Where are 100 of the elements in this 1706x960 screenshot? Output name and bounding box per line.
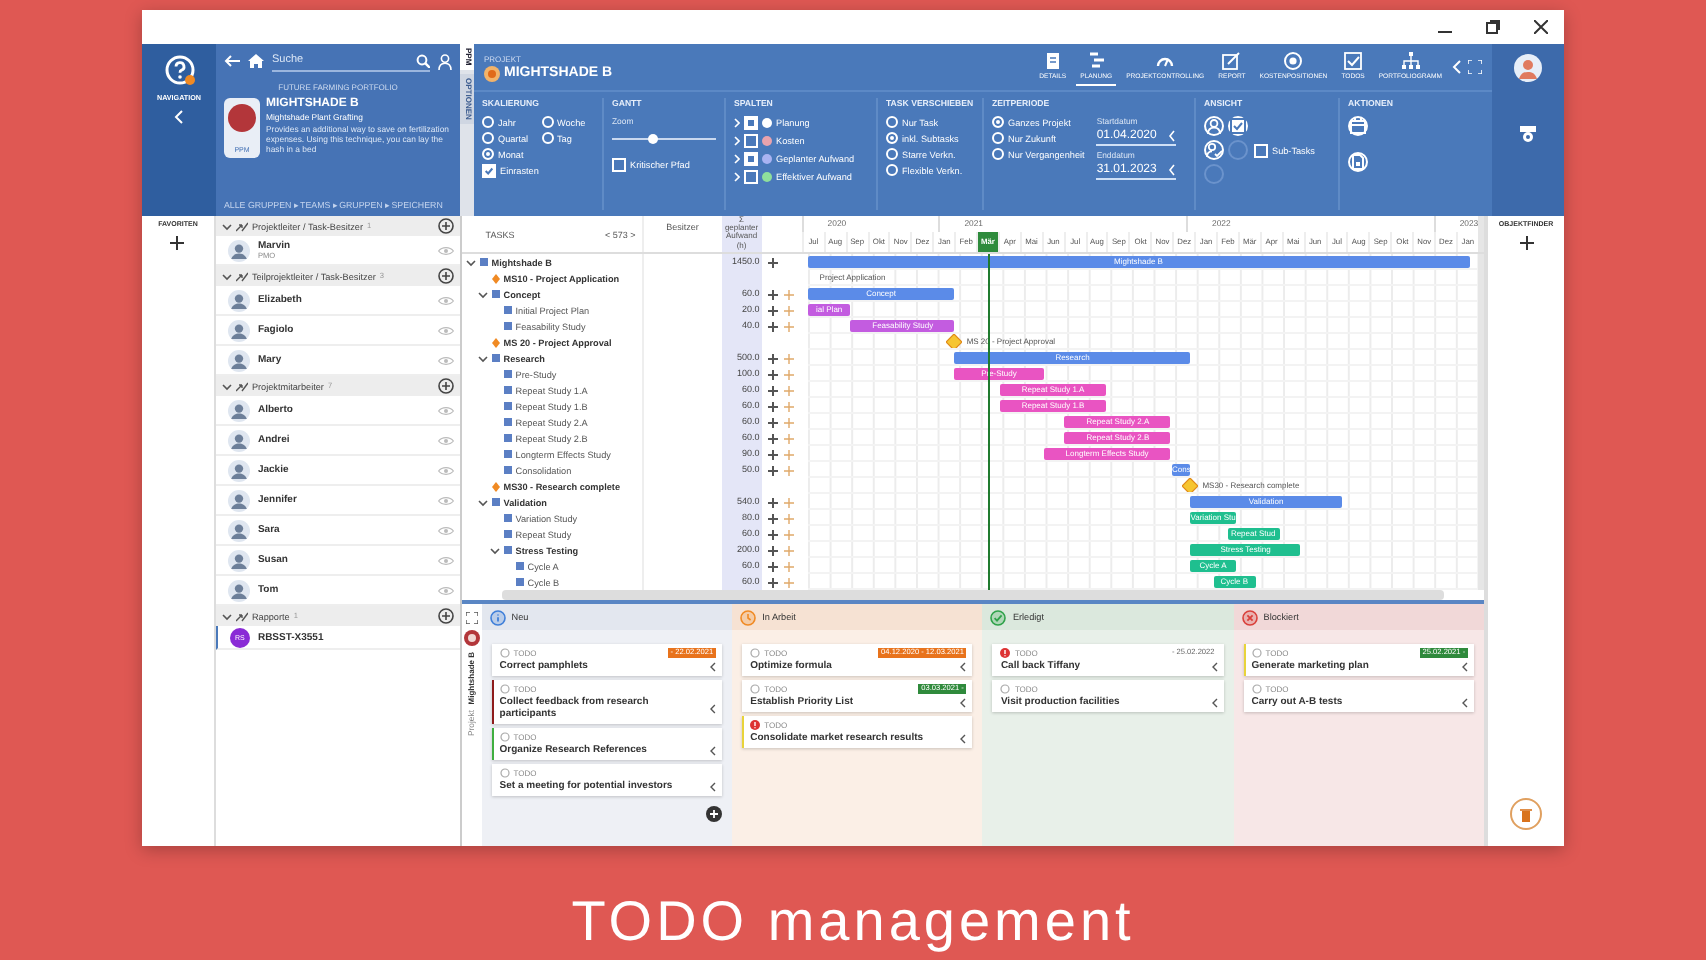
chevron-left-icon[interactable] <box>1462 661 1469 671</box>
add-icon[interactable] <box>767 257 778 267</box>
add-icon[interactable] <box>767 433 778 443</box>
column-checkbox[interactable] <box>744 170 758 184</box>
check-icon <box>484 166 494 176</box>
add-icon[interactable] <box>767 369 778 379</box>
avatar <box>227 399 250 421</box>
task-square-icon <box>503 530 512 538</box>
logo <box>1518 122 1538 146</box>
chevron-left-icon[interactable] <box>1211 661 1218 671</box>
chevron-left-icon[interactable] <box>1211 697 1218 707</box>
chevron-icon[interactable] <box>477 497 488 507</box>
add-card-icon[interactable] <box>706 806 723 822</box>
avatar <box>227 429 250 451</box>
chevron-icon[interactable] <box>477 289 488 299</box>
add-icon[interactable] <box>437 378 454 394</box>
trash-icon <box>1520 807 1533 821</box>
chevron-icon[interactable] <box>489 545 500 555</box>
add-icon[interactable] <box>767 305 778 315</box>
column-checkbox[interactable] <box>744 134 758 148</box>
add-icon[interactable] <box>767 545 778 555</box>
chevron-icon[interactable] <box>221 271 232 281</box>
checkbox-icon <box>1344 52 1363 70</box>
add-icon[interactable] <box>437 218 454 234</box>
calendar-button[interactable] <box>1348 116 1368 136</box>
chevron-icon[interactable] <box>221 611 232 621</box>
expand-icon[interactable] <box>465 612 478 624</box>
folder-square-icon <box>491 498 500 506</box>
checklist-view-button[interactable] <box>1228 116 1248 136</box>
column-checkbox[interactable] <box>744 152 758 166</box>
chevron-left-icon[interactable] <box>710 745 717 755</box>
column-checkbox[interactable] <box>744 116 758 130</box>
chevron-left-icon[interactable] <box>960 661 967 671</box>
add-icon[interactable] <box>767 513 778 523</box>
add-icon[interactable] <box>767 465 778 475</box>
add-icon[interactable] <box>767 497 778 507</box>
back-arrow-icon[interactable] <box>224 54 240 68</box>
chevron-left-icon[interactable] <box>1462 697 1469 707</box>
edit-icon <box>1222 52 1241 70</box>
chevron-icon[interactable] <box>477 353 488 363</box>
add-icon[interactable] <box>767 529 778 539</box>
swap-icon <box>235 221 248 231</box>
avatar <box>227 319 250 341</box>
delete-button[interactable] <box>1510 798 1543 830</box>
task-square-icon <box>503 514 512 522</box>
assignee-view-button[interactable] <box>1204 140 1224 160</box>
task-square-icon <box>503 386 512 394</box>
cross-status-icon <box>1241 609 1258 625</box>
task-square-icon <box>515 562 524 570</box>
avatar <box>227 489 250 511</box>
zoom-slider[interactable] <box>612 132 716 144</box>
search-icon[interactable] <box>416 53 430 67</box>
add-icon[interactable] <box>767 577 778 587</box>
folder-square-icon <box>503 546 512 554</box>
add-icon[interactable] <box>767 417 778 427</box>
home-icon[interactable] <box>248 54 264 68</box>
avatar <box>227 289 250 311</box>
user-avatar[interactable] <box>1514 54 1542 82</box>
chevron-left-icon[interactable] <box>960 733 967 743</box>
horizontal-scrollbar[interactable] <box>501 590 1445 600</box>
add-icon[interactable] <box>767 449 778 459</box>
chevron-icon[interactable] <box>465 257 476 267</box>
add-icon[interactable] <box>767 289 778 299</box>
add-icon[interactable] <box>767 353 778 363</box>
project-status-icon <box>484 65 500 81</box>
add-icon[interactable] <box>437 268 454 284</box>
task-square-icon <box>503 466 512 474</box>
add-icon[interactable] <box>1519 236 1534 250</box>
document-button[interactable] <box>1348 152 1368 172</box>
add-icon[interactable] <box>767 561 778 571</box>
avatar <box>227 349 250 371</box>
help-icon[interactable] <box>163 54 195 86</box>
chevron-left-icon[interactable] <box>710 661 717 671</box>
add-icon[interactable] <box>767 385 778 395</box>
person-view-button[interactable] <box>1204 116 1224 136</box>
close-icon[interactable] <box>1534 20 1548 34</box>
task-square-icon <box>515 578 524 586</box>
avatar <box>227 579 250 601</box>
add-icon[interactable] <box>170 236 185 250</box>
document-icon <box>1043 52 1062 70</box>
folder-square-icon <box>491 354 500 362</box>
task-square-icon <box>503 370 512 378</box>
add-icon[interactable] <box>767 321 778 331</box>
chevron-icon[interactable] <box>221 381 232 391</box>
maximize-icon[interactable] <box>1486 20 1500 34</box>
chevron-left-icon[interactable] <box>960 697 967 707</box>
chevron-icon[interactable] <box>221 221 232 231</box>
chevron-left-icon[interactable] <box>710 703 717 713</box>
add-icon[interactable] <box>767 401 778 411</box>
avatar <box>227 239 250 261</box>
person-icon[interactable] <box>438 53 452 69</box>
swap-icon <box>235 611 248 621</box>
add-icon[interactable] <box>437 608 454 624</box>
avatar <box>227 549 250 571</box>
milestone-icon <box>491 337 500 347</box>
project-logo <box>228 104 256 132</box>
fullscreen-icon[interactable] <box>1468 60 1482 74</box>
check-status-icon <box>990 609 1007 625</box>
checked-square-icon <box>746 154 756 164</box>
chevron-left-icon[interactable] <box>710 781 717 791</box>
